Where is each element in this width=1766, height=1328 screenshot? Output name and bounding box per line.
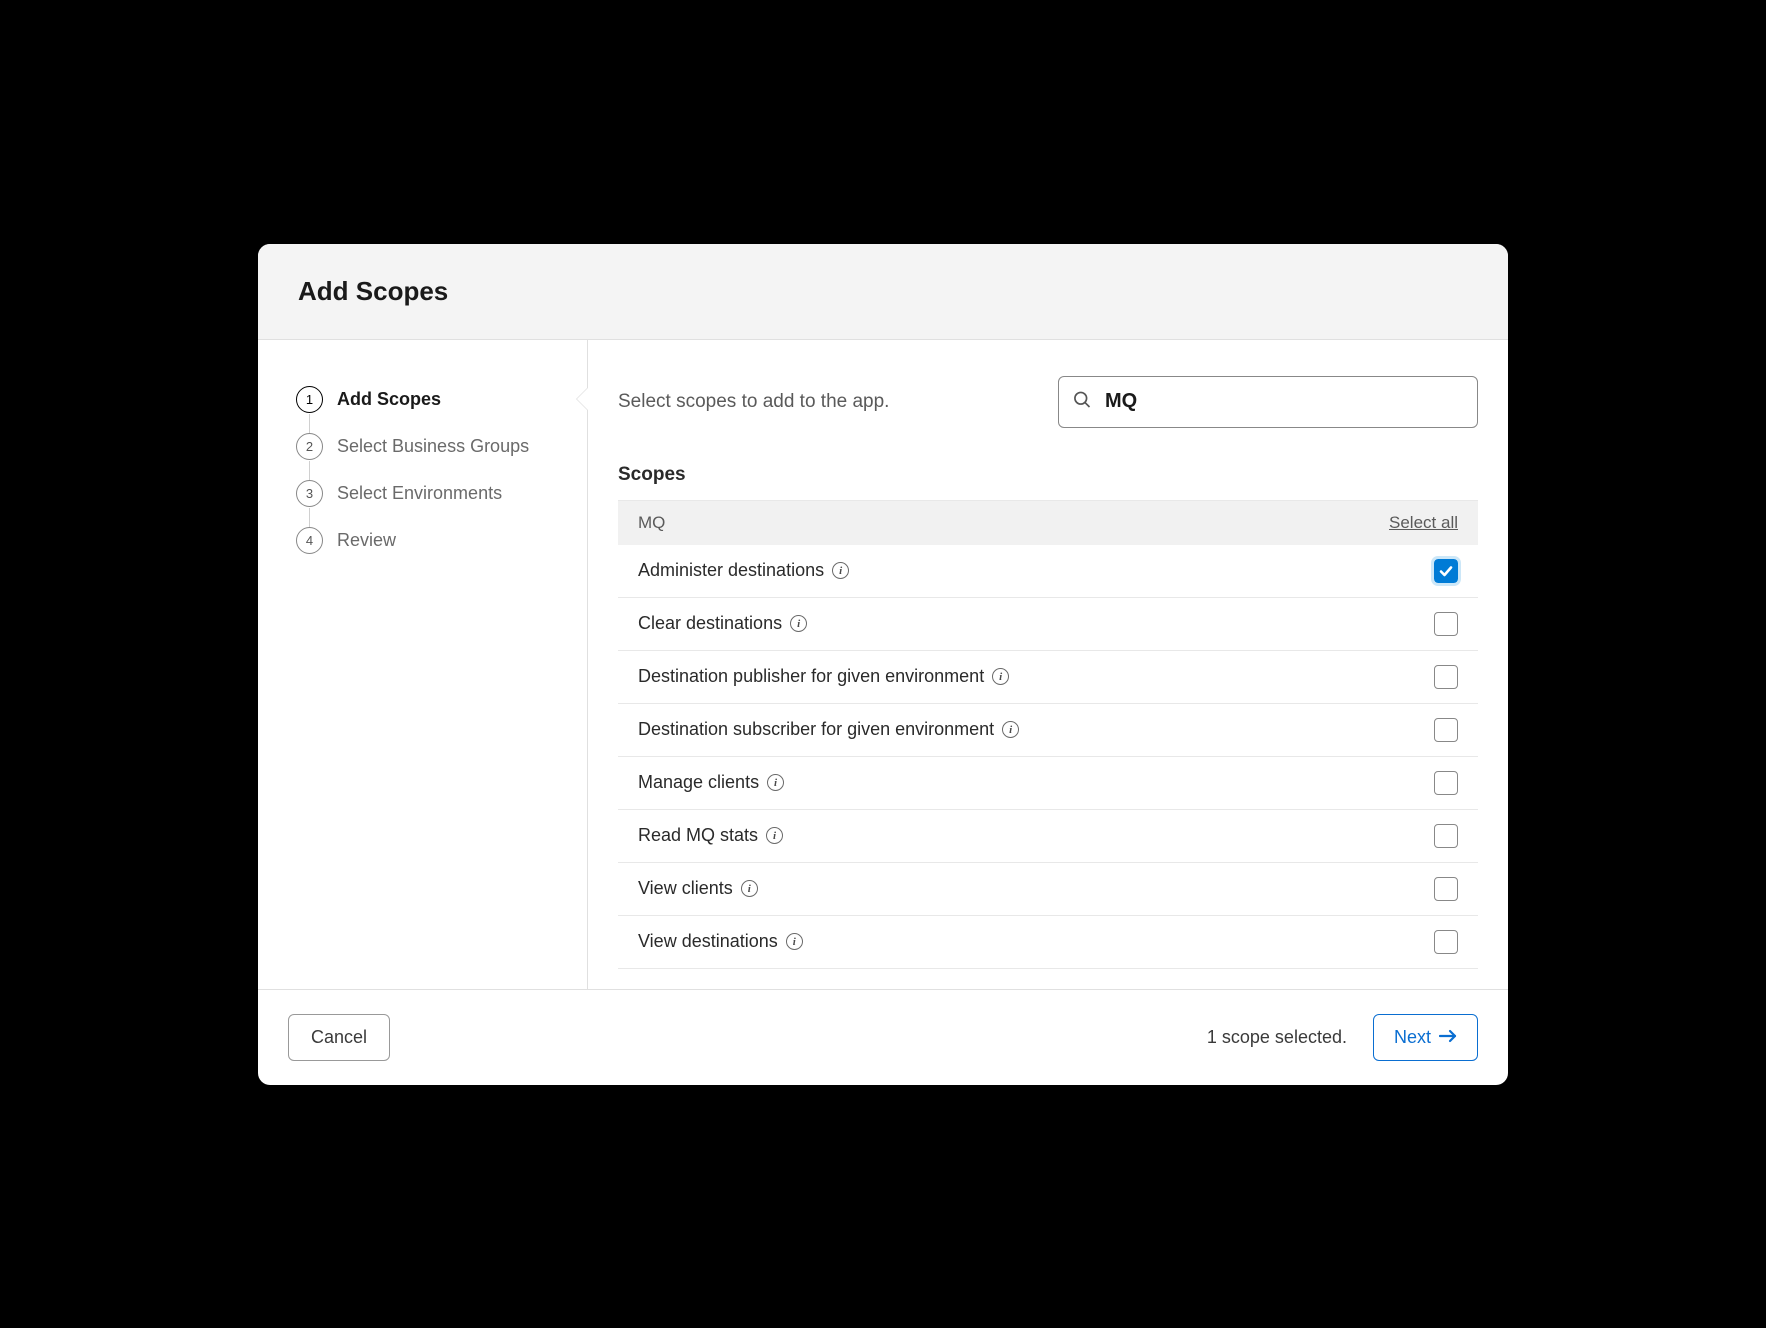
wizard-step-1[interactable]: 1 Add Scopes [296, 376, 563, 423]
scope-label: View destinations i [638, 931, 803, 952]
scope-checkbox[interactable] [1434, 771, 1458, 795]
step-number: 4 [296, 527, 323, 554]
scope-checkbox[interactable] [1434, 930, 1458, 954]
step-number: 1 [296, 386, 323, 413]
step-label: Review [337, 530, 396, 551]
scope-group-header: MQ Select all [618, 500, 1478, 545]
dialog-window: Add Scopes 1 Add Scopes 2 Select Business G… [258, 244, 1508, 1085]
scope-checkbox[interactable] [1434, 877, 1458, 901]
scope-label: Administer destinations i [638, 560, 849, 581]
arrow-right-icon [1439, 1027, 1457, 1048]
scope-checkbox[interactable] [1434, 665, 1458, 689]
scope-group-name: MQ [638, 513, 665, 533]
scope-row: View destinations i [618, 916, 1478, 969]
scope-name: Administer destinations [638, 560, 824, 581]
scope-row: Destination publisher for given environm… [618, 651, 1478, 704]
scope-name: Destination subscriber for given environ… [638, 719, 994, 740]
scope-row: Clear destinations i [618, 598, 1478, 651]
search-icon [1072, 389, 1092, 414]
scope-checkbox[interactable] [1434, 718, 1458, 742]
page-title: Add Scopes [298, 276, 1468, 307]
info-icon[interactable]: i [786, 933, 803, 950]
next-button[interactable]: Next [1373, 1014, 1478, 1061]
cancel-button[interactable]: Cancel [288, 1014, 390, 1061]
dialog-header: Add Scopes [258, 244, 1508, 340]
scope-checkbox[interactable] [1434, 824, 1458, 848]
info-icon[interactable]: i [790, 615, 807, 632]
scope-label: Destination subscriber for given environ… [638, 719, 1019, 740]
scope-row: Manage clients i [618, 757, 1478, 810]
scopes-section-title: Scopes [618, 464, 1478, 486]
step-label: Select Environments [337, 483, 502, 504]
wizard-steps: 1 Add Scopes 2 Select Business Groups 3 Selec… [296, 376, 563, 564]
main-content: Select scopes to add to the app. Scopes … [588, 340, 1508, 989]
next-button-label: Next [1394, 1027, 1431, 1048]
selection-status: 1 scope selected. [1207, 1027, 1347, 1048]
scope-checkbox[interactable] [1434, 559, 1458, 583]
scope-checkbox[interactable] [1434, 612, 1458, 636]
info-icon[interactable]: i [741, 880, 758, 897]
search-wrap [1058, 376, 1478, 428]
scope-row: View clients i [618, 863, 1478, 916]
scope-name: View clients [638, 878, 733, 899]
info-icon[interactable]: i [1002, 721, 1019, 738]
info-icon[interactable]: i [832, 562, 849, 579]
select-all-link[interactable]: Select all [1389, 513, 1458, 533]
dialog-footer: Cancel 1 scope selected. Next [258, 989, 1508, 1085]
wizard-sidebar: 1 Add Scopes 2 Select Business Groups 3 Selec… [258, 340, 588, 989]
scope-row: Destination subscriber for given environ… [618, 704, 1478, 757]
scope-label: Manage clients i [638, 772, 784, 793]
scope-label: Read MQ stats i [638, 825, 783, 846]
wizard-step-4[interactable]: 4 Review [296, 517, 563, 564]
wizard-step-2[interactable]: 2 Select Business Groups [296, 423, 563, 470]
step-number: 2 [296, 433, 323, 460]
scope-name: Destination publisher for given environm… [638, 666, 984, 687]
scope-row: Administer destinations i [618, 545, 1478, 598]
scope-name: Manage clients [638, 772, 759, 793]
scope-label: Destination publisher for given environm… [638, 666, 1009, 687]
step-label: Select Business Groups [337, 436, 529, 457]
info-icon[interactable]: i [992, 668, 1009, 685]
footer-right: 1 scope selected. Next [1207, 1014, 1478, 1061]
scope-label: Clear destinations i [638, 613, 807, 634]
info-icon[interactable]: i [766, 827, 783, 844]
wizard-step-3[interactable]: 3 Select Environments [296, 470, 563, 517]
top-row: Select scopes to add to the app. [618, 376, 1478, 428]
info-icon[interactable]: i [767, 774, 784, 791]
instruction-text: Select scopes to add to the app. [618, 391, 889, 413]
scope-name: View destinations [638, 931, 778, 952]
dialog-body: 1 Add Scopes 2 Select Business Groups 3 Selec… [258, 340, 1508, 989]
search-input[interactable] [1058, 376, 1478, 428]
scope-name: Clear destinations [638, 613, 782, 634]
scope-row: Read MQ stats i [618, 810, 1478, 863]
step-label: Add Scopes [337, 389, 441, 410]
step-number: 3 [296, 480, 323, 507]
scope-list: Administer destinationsiClear destinatio… [618, 545, 1478, 969]
scope-name: Read MQ stats [638, 825, 758, 846]
scope-label: View clients i [638, 878, 758, 899]
